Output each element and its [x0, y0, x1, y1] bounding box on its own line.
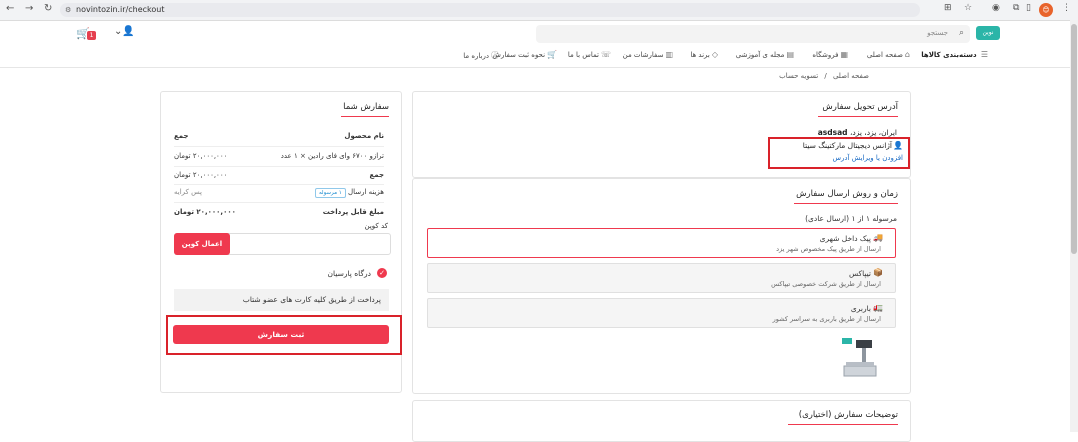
shop-icon: ▦ [840, 50, 848, 59]
menu-my-orders[interactable]: سفارشات من ▥ [623, 50, 673, 62]
menu-icon[interactable]: ▯ [1026, 3, 1031, 13]
shipping-title: زمان و روش ارسال سفارش [796, 189, 898, 199]
profile-avatar[interactable]: 😊 [1039, 3, 1053, 17]
hamburger-icon: ☰ [980, 50, 988, 59]
shipping-cost-row: هزینه ارسال ۱ مرسوله پس کرایه [174, 188, 384, 202]
menu-contact[interactable]: تماس با ما ☏ [568, 50, 611, 62]
search-input[interactable]: جستجو ⌕ [536, 25, 970, 43]
submit-order-button[interactable]: ثبت سفارش [173, 325, 389, 344]
gateway-radio-check-icon[interactable]: ✓ [377, 268, 387, 278]
item-name: ترازو ۶۷۰۰ وای فای رادین × ۱ عدد [280, 152, 384, 160]
package-icon: 📦 [873, 268, 883, 277]
site-header: نوین جستجو ⌕ 🛒 1 ⌄👤 دسته‌بندی کالاها ☰ ص… [0, 20, 1070, 68]
orders-icon: ▥ [665, 50, 673, 59]
subtotal-label: جمع [369, 171, 384, 179]
address-name: asdsad [817, 128, 848, 137]
menu-home[interactable]: صفحه اصلی ⌂ [867, 50, 910, 62]
address-recipient: آژانس دیجیتال مارکتینگ سیتا [802, 141, 892, 150]
url-text: novintozin.ir/checkout [76, 5, 165, 14]
shipping-cost-value: پس کرایه [174, 188, 202, 196]
page-scrollbar[interactable] [1070, 20, 1078, 432]
shield-icon[interactable]: ◉ [992, 3, 1000, 13]
tag-icon: ◇ [711, 50, 718, 59]
payable-value: ۲۰,۰۰۰,۰۰۰ تومان [174, 208, 236, 216]
menu-brands[interactable]: برند ها ◇ [690, 50, 718, 62]
cart-count-badge: 1 [87, 31, 96, 40]
gateway-description-box: پرداخت از طریق کلیه کارت های عضو شتاب [174, 289, 389, 311]
subtotal-row: جمع ۲۰,۰۰۰,۰۰۰ تومان [174, 171, 384, 185]
coupon-label: کد کوپن [364, 222, 388, 230]
phone-icon: ☏ [600, 50, 611, 59]
truck-icon: 🚚 [873, 233, 883, 242]
submit-highlight-box: ثبت سفارش [166, 315, 402, 355]
menu-about[interactable]: درباره ما ⓘ [463, 50, 499, 62]
header-divider [0, 67, 1070, 68]
extensions-icon[interactable]: ⧉ [1013, 3, 1019, 13]
gateway-description: پرداخت از طریق کلیه کارت های عضو شتاب [242, 295, 381, 304]
user-icon[interactable]: ⌄👤 [114, 26, 135, 37]
breadcrumb-current: تسویه حساب [779, 72, 819, 80]
more-icon[interactable]: ⋮ [1062, 3, 1071, 13]
product-scale-image [842, 338, 877, 377]
apply-coupon-button[interactable]: اعمال کوپن [174, 233, 230, 255]
shipping-cost-label: هزینه ارسال [347, 188, 384, 196]
order-item-row: ترازو ۶۷۰۰ وای فای رادین × ۱ عدد ۲۰,۰۰۰,… [174, 152, 384, 166]
col-product: نام محصول [344, 132, 384, 140]
star-icon[interactable]: ☆ [964, 3, 972, 13]
parcel-count-badge: ۱ مرسوله [314, 188, 346, 198]
payable-row: مبلغ قابل پرداخت ۲۰,۰۰۰,۰۰۰ تومان [174, 208, 384, 222]
shipping-option-tipax[interactable]: 📦 تیپاکس ارسال از طریق شرکت خصوصی تیپاکس [427, 263, 896, 293]
address-title: آدرس تحویل سفارش [822, 102, 898, 112]
search-icon[interactable]: ⌕ [959, 28, 964, 38]
site-logo[interactable]: نوین [976, 26, 1000, 40]
address-bar[interactable]: ⚙ novintozin.ir/checkout [60, 3, 920, 17]
notes-card: توضیحات سفارش (اختیاری) [412, 400, 911, 442]
shipping-card: زمان و روش ارسال سفارش مرسوله ۱ از ۱ (ار… [412, 178, 911, 394]
order-title: سفارش شما [343, 102, 389, 112]
magazine-icon: ▤ [786, 50, 794, 59]
menu-categories[interactable]: دسته‌بندی کالاها ☰ [921, 50, 988, 62]
shipping-option-city-courier[interactable]: 🚚 پیک داخل شهری ارسال از طریق پیک مخصوص … [427, 228, 896, 258]
info-icon: ⓘ [491, 51, 499, 60]
forward-icon[interactable]: → [25, 3, 33, 14]
gateway-name[interactable]: درگاه پارسیان [328, 269, 371, 278]
edit-address-link[interactable]: افزودن یا ویرایش آدرس [832, 154, 903, 162]
reload-icon[interactable]: ↻ [44, 3, 52, 14]
scrollbar-thumb[interactable] [1071, 24, 1077, 254]
menu-how-to-order[interactable]: نحوه ثبت سفارش 🛒 [492, 50, 557, 62]
item-price: ۲۰,۰۰۰,۰۰۰ تومان [174, 152, 228, 160]
payable-label: مبلغ قابل پرداخت [322, 208, 384, 216]
notes-title: توضیحات سفارش (اختیاری) [798, 410, 898, 420]
breadcrumb-home[interactable]: صفحه اصلی [833, 72, 869, 80]
shipping-option-freight[interactable]: 🚛 باربری ارسال از طریق باربری به سراسر ک… [427, 298, 896, 328]
user-icon: 👤 [893, 141, 903, 150]
subtotal-value: ۲۰,۰۰۰,۰۰۰ تومان [174, 171, 228, 179]
menu-shop[interactable]: فروشگاه ▦ [812, 50, 848, 62]
freight-truck-icon: 🚛 [873, 303, 883, 312]
search-placeholder: جستجو [927, 29, 948, 37]
translate-icon[interactable]: ⊞ [944, 3, 952, 13]
order-header-row: نام محصول جمع [174, 132, 384, 146]
address-location: ایران، یزد، یزد، [849, 128, 897, 137]
col-total: جمع [174, 132, 189, 140]
menu-magazine[interactable]: مجله ی آموزشی ▤ [736, 50, 794, 62]
back-icon[interactable]: ← [6, 3, 14, 14]
browser-toolbar: ← → ↻ ⚙ novintozin.ir/checkout ⊞ ☆ ◉ ⧉ ▯… [0, 0, 1078, 21]
site-info-icon[interactable]: ⚙ [65, 3, 71, 17]
address-highlight-box: 👤 آژانس دیجیتال مارکتینگ سیتا افزودن یا … [768, 137, 910, 169]
home-icon: ⌂ [904, 50, 910, 59]
cart-small-icon: 🛒 [547, 50, 557, 59]
breadcrumb: صفحه اصلی / تسویه حساب [779, 72, 869, 80]
shipping-step: مرسوله ۱ از ۱ (ارسال عادی) [805, 214, 897, 223]
